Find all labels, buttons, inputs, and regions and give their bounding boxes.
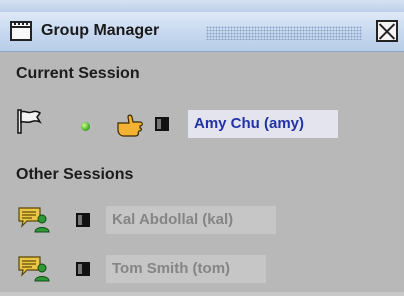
user-name-tom[interactable]: Tom Smith (tom) — [106, 255, 266, 283]
close-icon[interactable] — [376, 20, 398, 42]
chat-user-icon — [18, 256, 50, 282]
current-session-row[interactable]: Amy Chu (amy) — [0, 108, 404, 142]
bottom-border — [0, 292, 404, 296]
session-row-kal[interactable]: Kal Abdollal (kal) — [0, 204, 404, 238]
session-row-tom[interactable]: Tom Smith (tom) — [0, 253, 404, 287]
pointing-hand-icon — [117, 114, 143, 137]
half-square-icon — [155, 117, 169, 131]
online-status-icon — [81, 122, 90, 131]
half-square-icon — [76, 262, 90, 276]
half-square-icon — [76, 213, 90, 227]
flag-icon — [17, 109, 42, 134]
window-icon — [10, 21, 32, 41]
titlebar-grip — [206, 26, 362, 40]
window-title: Group Manager — [41, 22, 160, 39]
chat-user-icon — [18, 207, 50, 233]
other-sessions-label: Other Sessions — [16, 166, 134, 183]
user-name-kal[interactable]: Kal Abdollal (kal) — [106, 206, 276, 234]
current-session-label: Current Session — [16, 65, 140, 82]
current-user-name[interactable]: Amy Chu (amy) — [188, 110, 338, 138]
window-titlebar[interactable]: Group Manager — [0, 12, 404, 52]
